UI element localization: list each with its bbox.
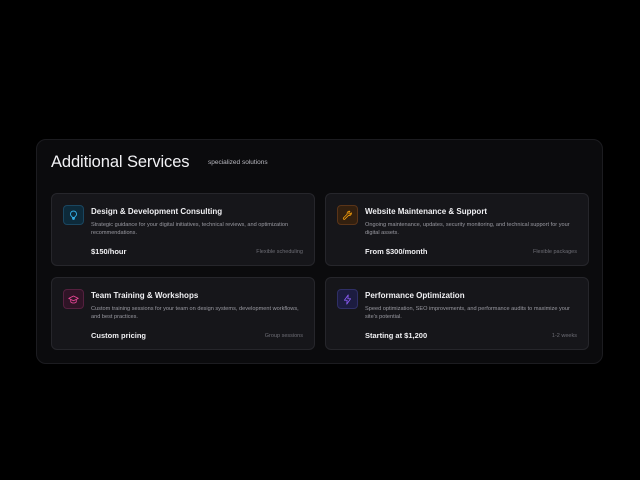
section-title: Additional Services	[51, 153, 190, 171]
service-description: Ongoing maintenance, updates, security m…	[365, 222, 570, 237]
additional-services-panel: Additional Services specialized solution…	[36, 139, 603, 364]
graduation-cap-icon	[63, 289, 84, 309]
service-card-training[interactable]: Team Training & Workshops Custom trainin…	[51, 277, 315, 350]
service-description: Custom training sessions for your team o…	[91, 306, 299, 321]
service-card-consulting[interactable]: Design & Development Consulting Strategi…	[51, 193, 315, 266]
service-card-performance[interactable]: Performance Optimization Speed optimizat…	[325, 277, 589, 350]
service-description: Speed optimization, SEO improvements, an…	[365, 306, 570, 321]
service-title: Team Training & Workshops	[91, 291, 199, 300]
service-price: Custom pricing	[91, 331, 147, 340]
service-title: Website Maintenance & Support	[365, 207, 488, 216]
lightbulb-icon	[63, 205, 84, 225]
service-meta: 1-2 weeks	[551, 333, 577, 339]
lightning-icon	[337, 289, 358, 309]
service-title: Design & Development Consulting	[91, 207, 223, 216]
service-meta: Flexible packages	[532, 249, 577, 255]
service-description: Strategic guidance for your digital init…	[91, 222, 289, 237]
service-card-maintenance[interactable]: Website Maintenance & Support Ongoing ma…	[325, 193, 589, 266]
service-price: $150/hour	[91, 247, 127, 256]
service-title: Performance Optimization	[365, 291, 465, 300]
service-meta: Group sessions	[264, 333, 303, 339]
service-price: Starting at $1,200	[365, 331, 428, 340]
section-subtitle: specialized solutions	[208, 159, 268, 166]
service-price: From $300/month	[365, 247, 428, 256]
wrench-icon	[337, 205, 358, 225]
service-meta: Flexible scheduling	[256, 249, 303, 255]
